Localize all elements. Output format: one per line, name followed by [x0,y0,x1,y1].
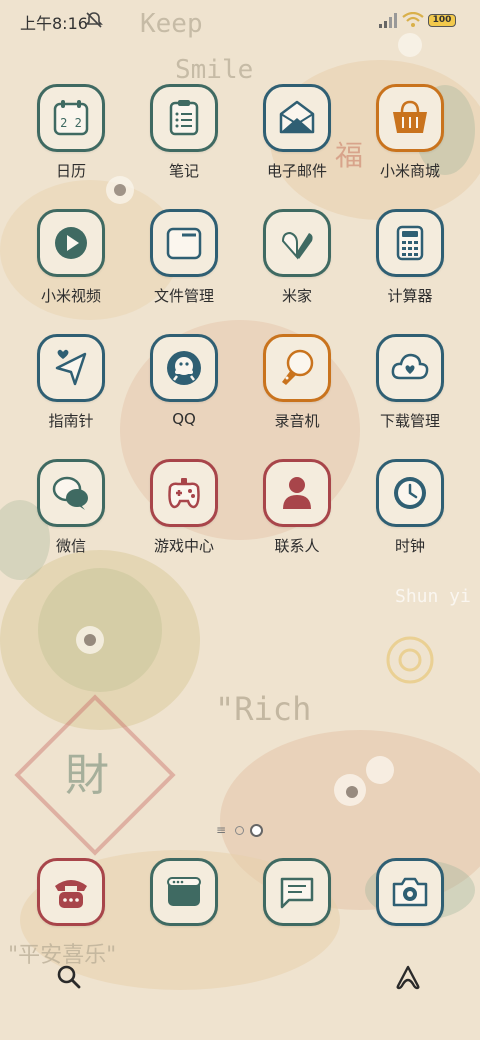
wallpaper-text-smile: Smile [175,55,253,85]
browser-icon [167,877,201,906]
list-view-icon: ≡ [216,823,227,837]
app-label: 日历 [55,162,86,180]
svg-text:2 2: 2 2 [60,116,82,130]
smart-home-icon [281,231,313,260]
app-label: 小米商城 [379,162,440,180]
page-dot[interactable] [235,826,244,835]
status-time: 上午8:16 [20,14,88,33]
signal-icon [379,13,397,28]
battery-indicator: 100 [428,14,456,27]
qq-icon [167,351,201,385]
app-label: 电子邮件 [266,162,327,180]
dock-messages[interactable] [263,858,331,926]
calendar-icon: 2 2 [53,100,89,136]
dock-browser[interactable] [150,858,218,926]
dock-phone[interactable] [37,858,105,926]
app-label: 笔记 [168,162,199,180]
wallpaper-text-shunyi: Shun yi [395,586,471,607]
app-mail[interactable]: 电子邮件 [242,84,352,194]
folder-icon [166,227,202,260]
app-wechat[interactable]: 微信 [16,459,126,569]
app-label: 文件管理 [153,287,214,305]
app-label: 录音机 [274,412,320,430]
wechat-icon [52,476,88,510]
dock-camera[interactable] [376,858,444,926]
camera-icon [392,877,428,907]
app-notes[interactable]: 笔记 [129,84,239,194]
voice-assistant-icon[interactable] [394,964,422,990]
app-mi-home[interactable]: 米家 [242,209,352,319]
app-recorder[interactable]: 录音机 [242,334,352,444]
app-label: 微信 [55,537,86,555]
app-mi-store[interactable]: 小米商城 [355,84,465,194]
app-label: 下载管理 [379,412,440,430]
wallpaper-text-rich: "Rich [215,690,311,728]
message-icon [280,877,314,909]
gamepad-icon [168,478,200,509]
clock-icon [394,477,426,509]
app-file-manager[interactable]: 文件管理 [129,209,239,319]
app-qq[interactable]: QQ [129,334,239,444]
recorder-icon [282,349,314,385]
app-label: 游戏中心 [153,537,214,555]
page-indicator[interactable]: ≡ [216,822,266,838]
page-dot-active[interactable] [250,824,263,837]
app-mi-video[interactable]: 小米视频 [16,209,126,319]
do-not-disturb-icon [85,12,103,28]
app-contacts[interactable]: 联系人 [242,459,352,569]
app-label: 时钟 [394,537,425,555]
mail-icon [279,100,315,134]
app-calculator[interactable]: 计算器 [355,209,465,319]
app-compass[interactable]: 指南针 [16,334,126,444]
calculator-icon [396,225,424,261]
app-label: QQ [172,410,196,428]
app-label: 联系人 [274,537,320,555]
wifi-icon [402,12,424,27]
wallpaper-text-cai: 財 [65,750,109,801]
search-bar[interactable] [40,950,440,1004]
phone-icon [55,880,87,908]
app-label: 计算器 [387,287,433,305]
app-download-manager[interactable]: 下载管理 [355,334,465,444]
shopping-basket-icon [393,100,427,133]
play-icon [55,227,87,259]
app-calendar[interactable]: 2 2 日历 [16,84,126,194]
app-game-center[interactable]: 游戏中心 [129,459,239,569]
contact-icon [283,477,311,509]
search-icon[interactable] [56,964,82,990]
notes-icon [169,100,199,136]
app-clock[interactable]: 时钟 [355,459,465,569]
cloud-download-icon [391,353,429,380]
app-label: 指南针 [48,412,94,430]
app-label: 米家 [281,287,312,305]
app-label: 小米视频 [40,287,101,305]
status-bar: 上午8:16 100 [0,0,480,40]
compass-icon [55,349,87,386]
